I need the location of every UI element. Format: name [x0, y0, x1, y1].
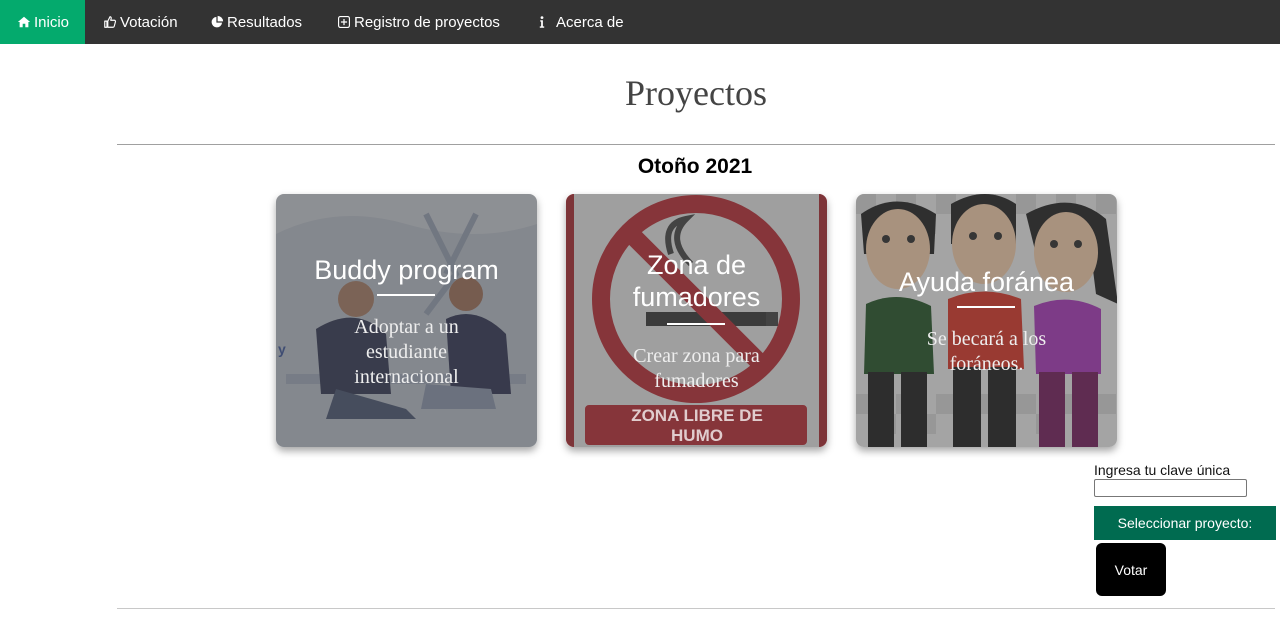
project-card-fumadores[interactable]: ZONA LIBRE DE HUMO Zona de fumadores Cre… — [566, 194, 827, 447]
thumbs-up-icon — [102, 14, 118, 30]
sign-text: ZONA LIBRE DE HUMO — [631, 406, 763, 445]
card-title: Buddy program — [314, 255, 499, 285]
card-divider — [377, 294, 435, 296]
card-description: Crear zona para fumadores — [633, 345, 760, 392]
nav-label-resultados: Resultados — [227, 13, 303, 31]
page-title: Proyectos — [625, 73, 767, 113]
card-title: Zona de fumadores — [632, 250, 761, 312]
section-title: Otoño 2021 — [637, 155, 753, 178]
nav-label-inicio: Inicio — [33, 13, 70, 31]
clave-input[interactable] — [1094, 479, 1247, 497]
project-card-foranea[interactable]: Ayuda foránea Se becará a los foráneos. — [856, 194, 1117, 447]
nav-item-registro[interactable]: Registro de proyectos — [336, 0, 500, 44]
nav-label-votacion: Votación — [120, 13, 178, 31]
divider-top — [117, 144, 1275, 145]
card-overlay — [856, 194, 1117, 447]
top-navbar: Inicio Votación Resultados Registro de p… — [0, 0, 1280, 44]
nav-label-acerca: Acerca de — [556, 13, 624, 31]
plus-square-icon — [336, 14, 352, 30]
card-description: Se becará a los foráneos. — [926, 328, 1047, 375]
card-divider — [667, 323, 725, 325]
card-description: Adoptar a un estudiante internacional — [354, 316, 459, 388]
card-title: Ayuda foránea — [898, 267, 1075, 297]
nav-label-registro: Registro de proyectos — [354, 13, 500, 31]
nav-item-inicio[interactable]: Inicio — [0, 0, 85, 44]
clave-label: Ingresa tu clave única — [1094, 462, 1231, 478]
home-icon — [16, 14, 32, 30]
project-card-buddy[interactable]: y Buddy program Adoptar a un estudiante … — [276, 194, 537, 447]
card-divider — [957, 306, 1015, 308]
pie-chart-icon — [209, 14, 225, 30]
divider-bottom — [117, 608, 1275, 609]
vote-button[interactable]: Votar — [1096, 543, 1166, 596]
info-icon — [534, 14, 550, 30]
nav-item-acerca[interactable]: Acerca de — [534, 0, 624, 44]
select-project-button[interactable]: Seleccionar proyecto: — [1094, 506, 1276, 540]
nav-item-votacion[interactable]: Votación — [102, 0, 178, 44]
nav-item-resultados[interactable]: Resultados — [209, 0, 302, 44]
